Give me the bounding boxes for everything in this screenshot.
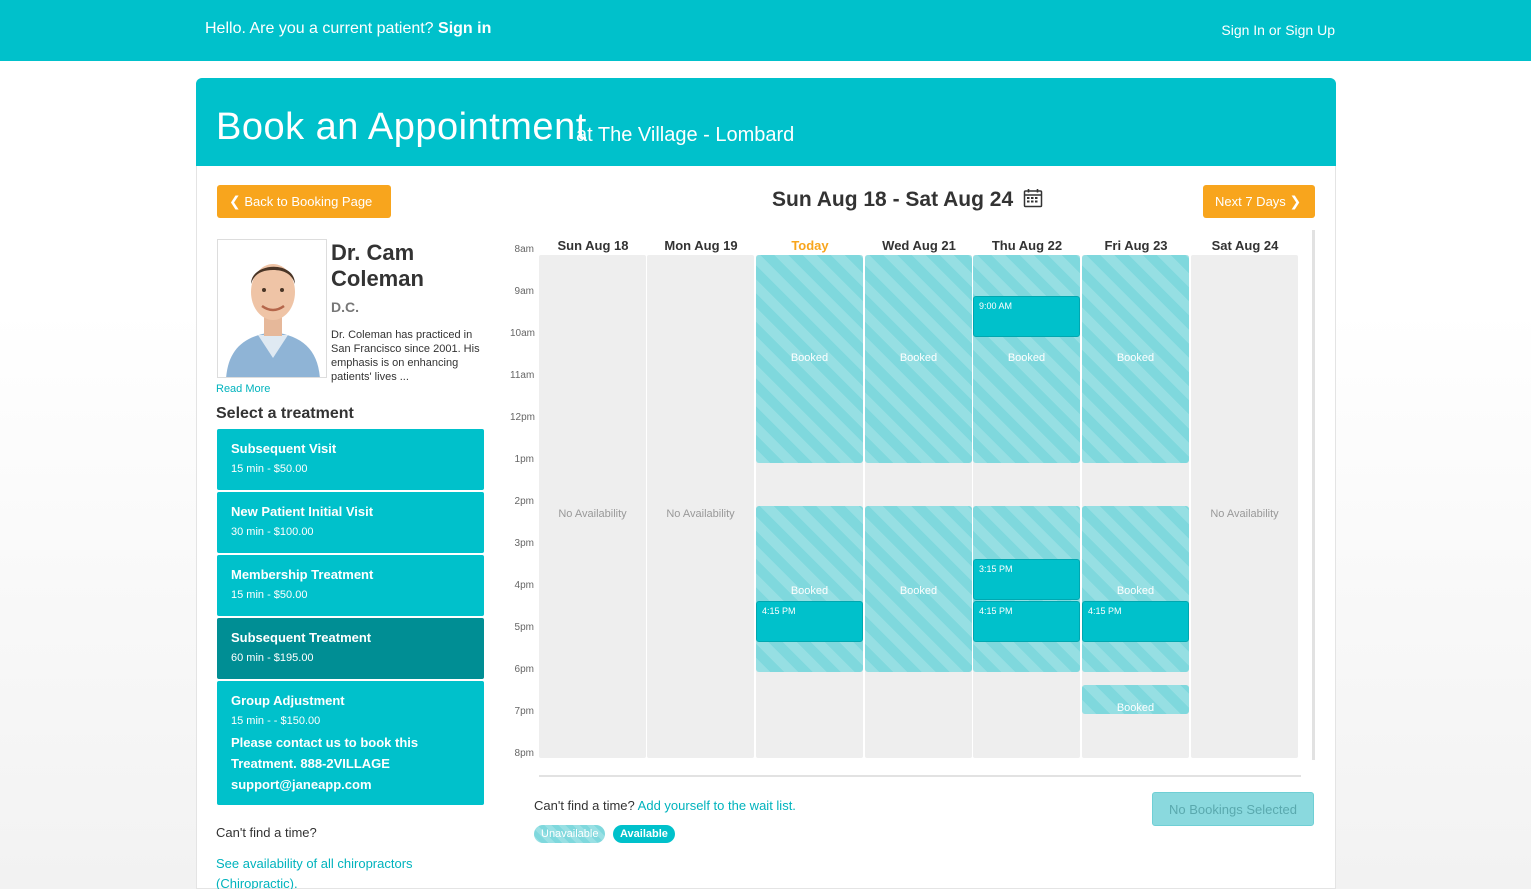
sign-in-link[interactable]: Sign in <box>438 20 491 37</box>
treatment-price: 15 min - - $150.00 <box>231 715 321 727</box>
booked-block: Booked <box>1082 685 1189 714</box>
day-column-mon: No Availability <box>647 255 754 758</box>
time-label: 1pm <box>514 454 534 465</box>
available-slot[interactable]: 4:15 PM <box>756 601 863 642</box>
chevron-left-icon: ❮ <box>229 193 241 209</box>
treatment-price: 30 min - $100.00 <box>231 526 314 538</box>
booked-block: Booked <box>973 255 1080 463</box>
practitioner-name: Dr. Cam Coleman <box>331 240 424 291</box>
week-range-title: Sun Aug 18 - Sat Aug 24 <box>772 188 1043 212</box>
top-bar: Hello. Are you a current patient? Sign i… <box>0 0 1531 61</box>
day-column-fri: Booked Booked 4:15 PM Booked <box>1082 255 1189 758</box>
next-7-days-button[interactable]: Next 7 Days ❯ <box>1203 185 1315 218</box>
no-availability-label: No Availability <box>558 508 627 520</box>
day-header: Sat Aug 24 <box>1211 238 1279 253</box>
time-label: 8am <box>514 244 534 255</box>
treatment-name: Group Adjustment <box>231 693 345 708</box>
wait-list-link[interactable]: Add yourself to the wait list. <box>638 798 796 813</box>
sign-in-or-sign-up-link[interactable]: Sign In or Sign Up <box>1221 22 1335 38</box>
legend-unavailable: Unavailable <box>534 825 606 843</box>
available-slot[interactable]: 3:15 PM <box>973 559 1080 600</box>
booked-block: Booked <box>865 255 972 463</box>
day-header: Sun Aug 18 <box>557 238 629 253</box>
greeting: Hello. Are you a current patient? Sign i… <box>205 20 492 37</box>
treatment-subsequent-treatment[interactable]: Subsequent Treatment 60 min - $195.00 <box>217 618 484 679</box>
see-all-availability-link[interactable]: See availability of all chiropractors (C… <box>216 854 456 889</box>
day-header: Thu Aug 22 <box>991 238 1063 253</box>
select-treatment-heading: Select a treatment <box>216 405 354 422</box>
time-label: 12pm <box>510 412 536 423</box>
read-more-link[interactable]: Read More <box>216 383 270 395</box>
time-label: 7pm <box>514 706 534 717</box>
treatment-membership-treatment[interactable]: Membership Treatment 15 min - $50.00 <box>217 555 484 616</box>
calendar-divider <box>539 775 1301 777</box>
calendar-icon[interactable] <box>1023 188 1043 208</box>
booked-block: Booked <box>1082 506 1189 672</box>
treatment-name: New Patient Initial Visit <box>231 504 374 519</box>
booked-block: Booked <box>865 506 972 672</box>
treatment-price: 60 min - $195.00 <box>231 652 314 664</box>
wait-list-prompt: Can't find a time? Add yourself to the w… <box>534 798 796 813</box>
time-label: 6pm <box>514 664 534 675</box>
available-slot[interactable]: 4:15 PM <box>1082 601 1189 642</box>
day-header: Fri Aug 23 <box>1104 238 1168 253</box>
no-availability-label: No Availability <box>666 508 735 520</box>
booked-block: Booked <box>756 506 863 672</box>
no-availability-label: No Availability <box>1210 508 1279 520</box>
time-label: 2pm <box>514 496 534 507</box>
calendar-grid: 8am 9am 10am 11am 12pm 1pm 2pm 3pm 4pm 5… <box>510 230 1315 777</box>
calendar-scrollbar[interactable] <box>1312 230 1315 760</box>
day-column-today: Booked Booked 4:15 PM <box>756 255 863 758</box>
practitioner-credential: D.C. <box>331 299 359 315</box>
time-label: 10am <box>510 328 536 339</box>
chevron-right-icon: ❯ <box>1289 193 1302 209</box>
practitioner-photo <box>217 239 327 378</box>
back-to-booking-button[interactable]: ❮ Back to Booking Page <box>217 185 391 218</box>
day-header: Wed Aug 21 <box>882 238 956 253</box>
booked-block: Booked <box>756 255 863 463</box>
treatment-price: 15 min - $50.00 <box>231 463 308 475</box>
day-column-sat: No Availability <box>1191 255 1298 758</box>
no-bookings-selected-button[interactable]: No Bookings Selected <box>1152 792 1314 826</box>
day-header-today: Today <box>791 238 829 253</box>
time-label: 8pm <box>514 748 534 759</box>
treatment-new-patient-initial-visit[interactable]: New Patient Initial Visit 30 min - $100.… <box>217 492 484 553</box>
treatment-name: Subsequent Visit <box>231 441 337 456</box>
treatment-group-adjustment[interactable]: Group Adjustment 15 min - - $150.00 Plea… <box>217 681 484 805</box>
practitioner-bio: Dr. Coleman has practiced in San Francis… <box>331 329 480 383</box>
legend-available: Available <box>613 825 675 843</box>
day-column-thu: Booked 9:00 AM 3:15 PM 4:15 PM <box>973 255 1080 758</box>
treatment-name: Membership Treatment <box>231 567 374 582</box>
time-label: 11am <box>510 370 535 381</box>
day-column-sun: No Availability <box>539 255 646 758</box>
card-header: Book an Appointment at The Village - Lom… <box>196 78 1336 166</box>
treatment-price: 15 min - $50.00 <box>231 589 308 601</box>
time-label: 5pm <box>514 622 534 633</box>
time-label: 3pm <box>514 538 534 549</box>
available-slot[interactable]: 9:00 AM <box>973 296 1080 337</box>
time-label: 9am <box>514 286 534 297</box>
location-label: at The Village - Lombard <box>576 124 795 146</box>
day-header: Mon Aug 19 <box>664 238 738 253</box>
booked-block: Booked <box>1082 255 1189 463</box>
treatment-name: Subsequent Treatment <box>231 630 372 645</box>
treatment-contact-note: Please contact us to book this Treatment… <box>231 735 419 792</box>
day-column-wed: Booked Booked <box>865 255 972 758</box>
treatment-subsequent-visit[interactable]: Subsequent Visit 15 min - $50.00 <box>217 429 484 490</box>
time-label: 4pm <box>514 580 534 591</box>
cant-find-time-text: Can't find a time? <box>216 825 317 840</box>
page-title: Book an Appointment <box>216 106 587 148</box>
available-slot[interactable]: 4:15 PM <box>973 601 1080 642</box>
